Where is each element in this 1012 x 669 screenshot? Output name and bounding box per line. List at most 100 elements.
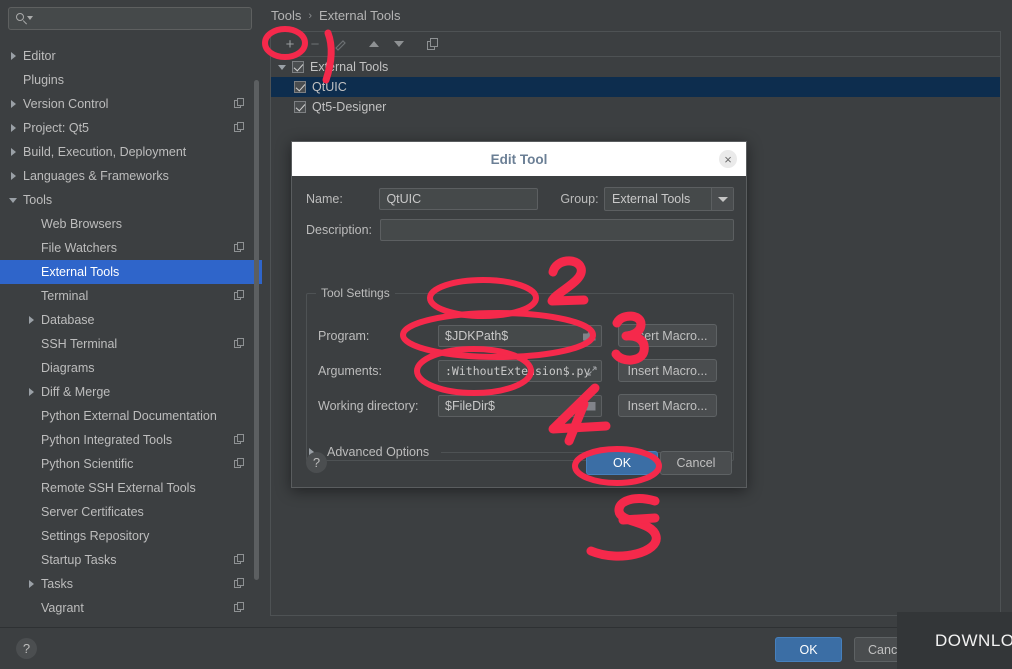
sidebar-item-version-control[interactable]: Version Control [0, 92, 262, 116]
expand-icon[interactable] [586, 365, 598, 377]
dialog-title-bar: Edit Tool × [292, 142, 746, 176]
sidebar-item-plugins[interactable]: Plugins [0, 68, 262, 92]
description-input[interactable] [380, 219, 734, 241]
sidebar-item-web-browsers[interactable]: Web Browsers [0, 212, 262, 236]
copy-settings-icon[interactable] [234, 578, 245, 589]
chevron-right-icon[interactable] [8, 146, 20, 158]
close-icon[interactable]: × [719, 150, 737, 168]
copy-settings-icon[interactable] [234, 338, 245, 349]
twisty-placeholder [26, 458, 38, 470]
tool-checkbox-qtuic[interactable] [294, 81, 306, 93]
chevron-right-icon[interactable] [26, 314, 38, 326]
copy-settings-icon[interactable] [234, 242, 245, 253]
move-down-icon[interactable] [388, 34, 410, 54]
twisty-placeholder [26, 290, 38, 302]
program-insert-macro-button[interactable]: Insert Macro... [618, 324, 717, 347]
copy-settings-icon[interactable] [234, 98, 245, 109]
sidebar-scrollbar[interactable] [254, 80, 259, 580]
dialog-ok-button[interactable]: OK [586, 451, 658, 475]
chevron-down-icon[interactable] [8, 194, 20, 206]
external-tools-toolbar: + − [270, 31, 1001, 56]
tool-row-qt5-designer[interactable]: Qt5-Designer [271, 97, 1000, 117]
sidebar-item-label: Languages & Frameworks [23, 169, 169, 183]
chevron-down-icon[interactable] [277, 61, 289, 73]
help-button[interactable]: ? [16, 638, 37, 659]
group-checkbox[interactable] [292, 61, 304, 73]
sidebar-item-terminal[interactable]: Terminal [0, 284, 262, 308]
chevron-right-icon[interactable] [8, 170, 20, 182]
breadcrumb-root[interactable]: Tools [271, 8, 301, 23]
copy-settings-icon[interactable] [234, 434, 245, 445]
copy-settings-icon[interactable] [234, 458, 245, 469]
chevron-right-icon[interactable] [26, 578, 38, 590]
sidebar-item-tasks[interactable]: Tasks [0, 572, 262, 596]
tool-row-qtuic[interactable]: QtUIC [271, 77, 1000, 97]
search-field-wrapper[interactable] [8, 7, 252, 30]
download-overlay: DOWNLOA [897, 612, 1012, 669]
chevron-right-icon[interactable] [8, 98, 20, 110]
description-label: Description: [306, 223, 372, 237]
download-overlay-text: DOWNLOA [935, 630, 1012, 650]
copy-settings-icon[interactable] [234, 290, 245, 301]
copy-settings-icon[interactable] [234, 602, 245, 613]
twisty-placeholder [26, 434, 38, 446]
sidebar-item-remote-ssh-external-tools[interactable]: Remote SSH External Tools [0, 476, 262, 500]
dialog-title: Edit Tool [490, 151, 548, 167]
chevron-right-icon[interactable] [8, 122, 20, 134]
tool-label-qtuic: QtUIC [312, 80, 347, 94]
arguments-row: Arguments: :WithoutExtension$.py Insert … [318, 359, 722, 382]
group-select[interactable]: External Tools [604, 187, 735, 211]
copy-settings-icon[interactable] [234, 122, 245, 133]
sidebar-item-file-watchers[interactable]: File Watchers [0, 236, 262, 260]
sidebar-item-label: Tools [23, 193, 53, 207]
sidebar-item-python-scientific[interactable]: Python Scientific [0, 452, 262, 476]
copy-icon[interactable] [422, 34, 444, 54]
sidebar-item-editor[interactable]: Editor [0, 44, 262, 68]
chevron-down-icon[interactable] [711, 188, 734, 210]
folder-icon[interactable] [576, 395, 602, 417]
dialog-help-button[interactable]: ? [306, 452, 327, 473]
sidebar-item-label: Diagrams [41, 361, 95, 375]
dialog-footer: ? OK Cancel [306, 451, 732, 477]
sidebar-item-server-certificates[interactable]: Server Certificates [0, 500, 262, 524]
chevron-right-icon[interactable] [8, 50, 20, 62]
window-ok-button[interactable]: OK [775, 637, 842, 662]
tools-group-row[interactable]: External Tools [271, 57, 1000, 77]
folder-icon[interactable] [576, 325, 602, 347]
sidebar-item-ssh-terminal[interactable]: SSH Terminal [0, 332, 262, 356]
sidebar-item-startup-tasks[interactable]: Startup Tasks [0, 548, 262, 572]
sidebar-item-database[interactable]: Database [0, 308, 262, 332]
name-input[interactable]: QtUIC [379, 188, 539, 210]
sidebar-item-diff-merge[interactable]: Diff & Merge [0, 380, 262, 404]
sidebar-item-tools[interactable]: Tools [0, 188, 262, 212]
arguments-input[interactable]: :WithoutExtension$.py [438, 359, 602, 382]
tool-checkbox-qt5-designer[interactable] [294, 101, 306, 113]
move-up-icon[interactable] [363, 34, 385, 54]
sidebar-item-vagrant[interactable]: Vagrant [0, 596, 262, 620]
twisty-placeholder [26, 530, 38, 542]
settings-category-tree[interactable]: Editor Plugins Version Control Project: Qt5… [0, 44, 262, 627]
sidebar-item-build-execution-deployment[interactable]: Build, Execution, Deployment [0, 140, 262, 164]
sidebar-item-python-external-documentation[interactable]: Python External Documentation [0, 404, 262, 428]
copy-settings-icon[interactable] [234, 554, 245, 565]
dialog-cancel-button[interactable]: Cancel [660, 451, 732, 475]
add-button[interactable]: + [279, 34, 301, 54]
working-directory-insert-macro-button[interactable]: Insert Macro... [618, 394, 717, 417]
sidebar-item-settings-repository[interactable]: Settings Repository [0, 524, 262, 548]
sidebar-item-label: Python External Documentation [41, 409, 217, 423]
search-input[interactable] [8, 7, 252, 30]
chevron-right-icon[interactable] [26, 386, 38, 398]
remove-button[interactable]: − [304, 34, 326, 54]
group-select-value: External Tools [612, 192, 691, 206]
sidebar-item-project-qt5[interactable]: Project: Qt5 [0, 116, 262, 140]
sidebar-item-languages-frameworks[interactable]: Languages & Frameworks [0, 164, 262, 188]
sidebar-item-python-integrated-tools[interactable]: Python Integrated Tools [0, 428, 262, 452]
tools-group-label: External Tools [310, 60, 389, 74]
edit-pencil-icon[interactable] [329, 34, 351, 54]
arguments-insert-macro-button[interactable]: Insert Macro... [618, 359, 717, 382]
name-row: Name: QtUIC Group: External Tools [306, 187, 735, 211]
sidebar-item-label: Diff & Merge [41, 385, 111, 399]
sidebar-item-diagrams[interactable]: Diagrams [0, 356, 262, 380]
sidebar-item-label: Plugins [23, 73, 64, 87]
sidebar-item-external-tools[interactable]: External Tools [0, 260, 262, 284]
